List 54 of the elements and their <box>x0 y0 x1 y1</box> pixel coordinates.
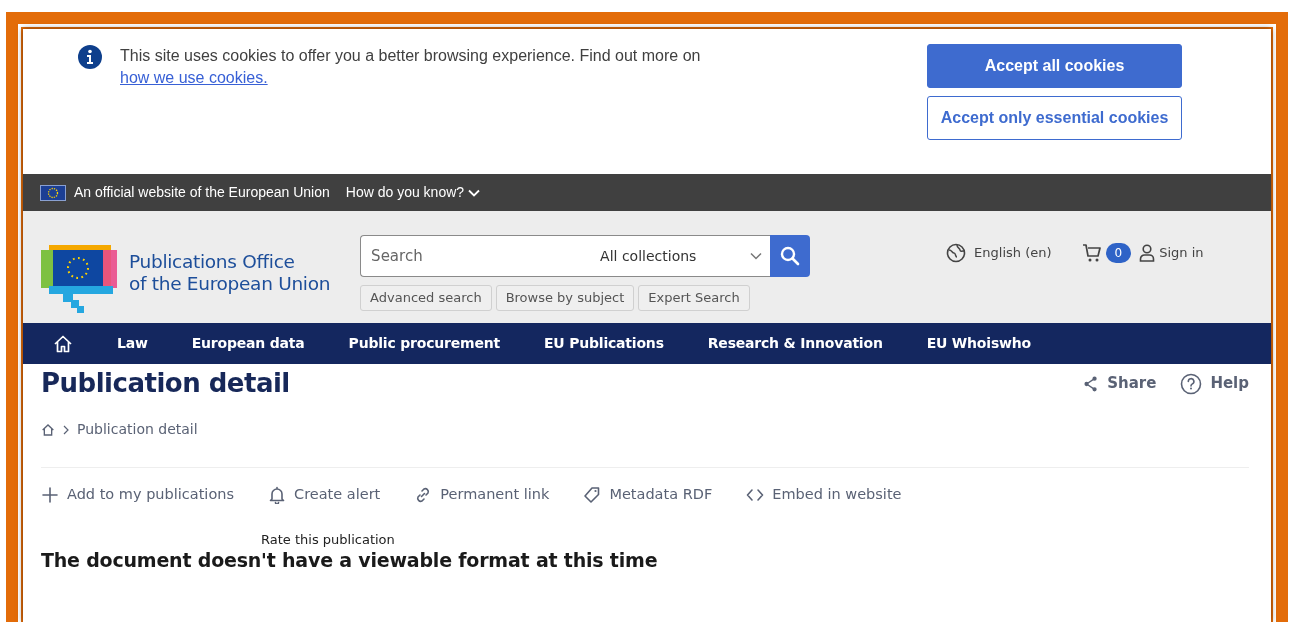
tag-icon <box>583 486 602 505</box>
info-icon <box>78 45 102 69</box>
nav-link[interactable]: EU Publications <box>521 333 686 354</box>
plus-icon <box>41 486 59 505</box>
toolbar-link[interactable]: Add to my publications <box>41 484 234 506</box>
nav-link[interactable]: EU Whoiswho <box>904 333 1053 354</box>
chevron-down-icon <box>468 188 481 197</box>
nav-link[interactable]: Research & Innovation <box>685 333 905 354</box>
language-selector[interactable]: English (en) <box>946 243 1052 263</box>
home-link[interactable] <box>53 334 73 353</box>
accept-essential-button[interactable]: Accept only essential cookies <box>927 96 1182 140</box>
user-icon <box>1139 243 1156 262</box>
search-field[interactable]: Search <box>360 235 601 277</box>
cart-button[interactable]: 0 <box>1081 243 1132 263</box>
help-icon <box>1180 372 1203 395</box>
quick-search-link[interactable]: Advanced search <box>360 285 492 311</box>
help-link[interactable]: Help <box>1180 372 1249 395</box>
cookie-policy-link[interactable]: how we use cookies. <box>120 69 268 86</box>
nav-link[interactable]: European data <box>169 333 327 354</box>
toolbar-link[interactable]: Embed in website <box>746 484 902 506</box>
cart-count-badge: 0 <box>1105 243 1132 263</box>
breadcrumb-home-link[interactable] <box>41 423 55 436</box>
search-icon <box>780 246 801 266</box>
flag-icon <box>40 184 66 201</box>
search-button[interactable] <box>770 235 811 277</box>
quick-search-link[interactable]: Expert Search <box>638 285 750 311</box>
chevron-down-icon <box>750 252 763 260</box>
breadcrumb-item: Publication detail <box>77 420 198 440</box>
how-do-you-know-toggle[interactable]: How do you know? <box>345 182 481 203</box>
page-title: Publication detail <box>41 368 290 400</box>
quick-search-link[interactable]: Browse by subject <box>495 285 635 311</box>
home-icon <box>41 423 55 436</box>
home-icon <box>53 334 73 353</box>
rating-label: Rate this publication <box>261 530 396 549</box>
collection-dropdown[interactable]: All collections <box>600 235 771 277</box>
globe-icon <box>946 243 967 263</box>
cookie-message: This site uses cookies to offer you a better browsing experience. Find out more on how we use cookies. <box>120 46 702 88</box>
nav-link[interactable]: Public procurement <box>326 333 522 354</box>
logo-text: of the European Union <box>129 273 331 295</box>
sign-in-link[interactable]: Sign in <box>1139 243 1204 263</box>
toolbar-link[interactable]: Create alert <box>268 484 381 506</box>
toolbar-link[interactable]: Metadata RDF <box>583 484 713 506</box>
official-site-text: An official website of the European Union <box>74 183 330 202</box>
toolbar-link[interactable]: Permanent link <box>414 484 550 506</box>
accept-all-button[interactable]: Accept all cookies <box>927 44 1182 88</box>
site-logo[interactable]: Publications Office of the European Union <box>41 245 331 315</box>
nav-link[interactable]: Law <box>95 333 170 354</box>
share-icon <box>1083 375 1100 392</box>
share-link[interactable]: Share <box>1083 372 1157 395</box>
chevron-right-icon <box>63 424 69 435</box>
cart-icon <box>1081 243 1102 263</box>
bell-icon <box>268 486 286 505</box>
logo-text: Publications Office <box>129 251 296 273</box>
viewable-format-notice: The document doesn't have a viewable format at this time <box>41 549 659 573</box>
